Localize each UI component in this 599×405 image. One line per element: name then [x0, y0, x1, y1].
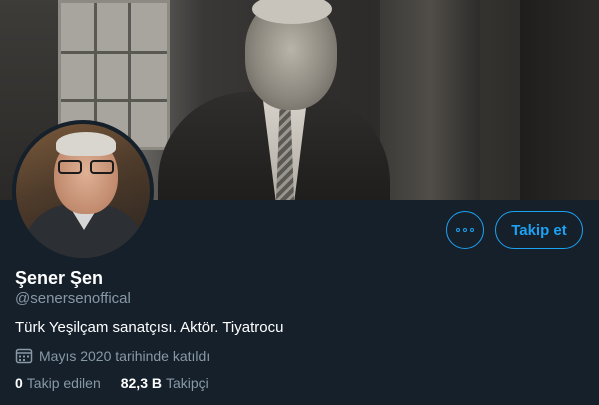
followers-link[interactable]: 82,3 B Takipçi — [121, 375, 209, 391]
following-label: Takip edilen — [26, 375, 101, 391]
following-link[interactable]: 0 Takip edilen — [15, 375, 101, 391]
followers-count: 82,3 B — [120, 375, 162, 391]
calendar-icon — [15, 348, 33, 364]
ellipsis-icon — [456, 228, 474, 232]
follow-button[interactable]: Takip et — [495, 211, 583, 249]
avatar-hair — [56, 132, 116, 156]
followers-label: Takipçi — [165, 375, 209, 391]
profile-name: Şener Şen — [15, 268, 104, 288]
banner-door — [380, 0, 480, 200]
banner-door-right — [520, 0, 599, 200]
more-options-button[interactable] — [446, 211, 484, 249]
avatar-glasses — [56, 160, 116, 176]
profile-bio: Türk Yeşilçam sanatçısı. Aktör. Tiyatroc… — [15, 319, 284, 336]
joined-date: Mayıs 2020 tarihinde katıldı — [15, 347, 210, 364]
joined-date-text: Mayıs 2020 tarihinde katıldı — [39, 347, 211, 364]
profile-stats: 0 Takip edilen 82,3 B Takipçi — [15, 375, 209, 391]
profile-avatar[interactable] — [12, 120, 154, 262]
profile-handle: @senersenoffical — [15, 290, 131, 307]
following-count: 0 — [15, 375, 23, 391]
